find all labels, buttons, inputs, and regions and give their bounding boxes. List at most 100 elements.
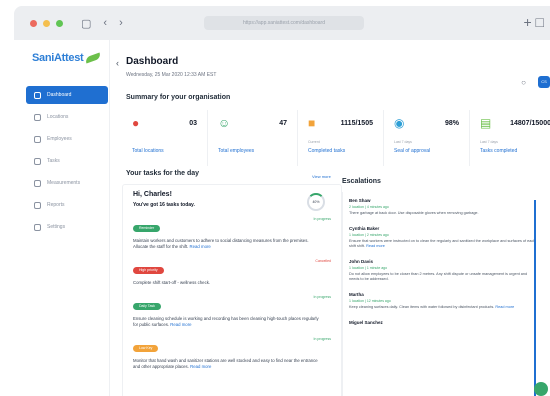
logo: SaniAttest <box>32 52 102 64</box>
task-status: In progress <box>313 337 331 341</box>
page-title: Dashboard <box>126 56 179 67</box>
sidebar-item-locations[interactable]: Locations <box>26 108 108 126</box>
escalations-panel: Ben Shaw 2 location | 4 minutes ago There … <box>342 192 546 396</box>
forward-arrow-icon[interactable]: › <box>119 17 123 29</box>
sidebar: SaniAttest Dashboard Locations Employees Ta… <box>14 40 110 396</box>
leaf-icon <box>84 52 102 64</box>
escalation-meta: 1 location | 1 minute ago <box>349 266 388 270</box>
sidebar-toggle-icon[interactable]: ▢ <box>81 17 91 30</box>
read-more-link[interactable]: Read more <box>170 322 191 327</box>
sidebar-item-settings[interactable]: Settings <box>26 218 108 236</box>
escalation-item[interactable]: Miguel Sanchez <box>349 320 536 325</box>
task-item[interactable]: Reminder In progress Maintain workers and … <box>133 216 331 250</box>
sidebar-item-employees[interactable]: Employees <box>26 130 108 148</box>
escalation-name: Ben Shaw <box>349 198 371 203</box>
card-label[interactable]: Total employees <box>218 148 254 154</box>
greeting: Hi, Charles! <box>133 191 172 198</box>
new-tab-icon[interactable]: + □ <box>523 14 544 30</box>
settings-icon <box>34 223 41 231</box>
sidebar-item-measurements[interactable]: Measurements <box>26 174 108 192</box>
summary-card[interactable]: ◉ 98% Last 7 days Seal of approval <box>384 110 470 166</box>
sidebar-item-tasks[interactable]: Tasks <box>26 152 108 170</box>
card-subtitle: Last 7 days <box>394 140 412 144</box>
task-list: Reminder In progress Maintain workers and … <box>133 216 331 370</box>
task-item[interactable]: Low Key In progress Monitor that hand wash… <box>133 336 331 370</box>
card-value: 1115/1505 <box>340 120 373 127</box>
card-subtitle: Current <box>308 140 320 144</box>
escalation-text: Do not allow employees to be closer than… <box>349 272 528 281</box>
read-more-link[interactable]: Read more <box>366 244 385 248</box>
locations-icon <box>34 113 41 121</box>
sidebar-item-label: Employees <box>47 136 72 142</box>
current-date: Wednesday, 25 Mar 2020 12:33 AM EST <box>126 72 217 78</box>
task-count: You've got 16 tasks today. <box>133 202 195 208</box>
card-label[interactable]: Tasks completed <box>480 148 517 154</box>
sidebar-item-label: Dashboard <box>47 92 72 98</box>
bell-icon[interactable]: ○ <box>521 78 526 87</box>
escalation-name: Martha <box>349 292 364 297</box>
task-text: Ensure cleaning schedule is working and … <box>133 316 319 327</box>
task-item[interactable]: Daily Task In progress Ensure cleaning sch… <box>133 294 331 328</box>
escalation-text: Keep cleaning surfaces daily. Clean item… <box>349 305 515 309</box>
summary-cards: ● 03 Total locations ☺ 47 Total employees ■ 111… <box>122 110 550 166</box>
read-more-link[interactable]: Read more <box>190 244 211 249</box>
task-status: Cancelled <box>315 259 331 263</box>
card-subtitle: Last 7 days <box>480 140 498 144</box>
card-label[interactable]: Total locations <box>132 148 164 154</box>
maximize-window-icon[interactable] <box>56 19 63 27</box>
sidebar-item-label: Locations <box>47 114 69 120</box>
sidebar-item-label: Reports <box>47 202 65 208</box>
card-value: 03 <box>189 120 197 127</box>
summary-card[interactable]: ● 03 Total locations <box>122 110 208 166</box>
escalations-scrollbar[interactable] <box>534 200 536 396</box>
back-chevron-icon[interactable]: ‹ <box>116 58 119 68</box>
summary-card[interactable]: ▤ 14807/15000 Last 7 days Tasks completed <box>470 110 550 166</box>
view-more-link[interactable]: View more <box>312 174 331 179</box>
escalation-item[interactable]: Martha 1 location | 12 minutes ago Keep cl… <box>349 292 536 310</box>
location-pin-icon: ● <box>132 116 140 130</box>
back-arrow-icon[interactable]: ‹ <box>103 17 107 29</box>
sidebar-nav: Dashboard Locations Employees Tasks Measurem… <box>26 86 108 240</box>
sidebar-item-reports[interactable]: Reports <box>26 196 108 214</box>
escalation-meta: 1 location | 12 minutes ago <box>349 299 391 303</box>
escalation-meta: 2 location | 4 minutes ago <box>349 205 389 209</box>
sidebar-item-label: Tasks <box>47 158 60 164</box>
task-tag: High priority <box>133 267 164 274</box>
escalation-name: John Davis <box>349 259 374 264</box>
read-more-link[interactable]: Read more <box>495 305 514 309</box>
task-text: Complete shift start-off - wellness chec… <box>133 280 211 285</box>
card-value: 47 <box>279 120 287 127</box>
task-text: Monitor that hand wash and sanitizer sta… <box>133 358 318 369</box>
employees-icon: ☺ <box>218 116 231 130</box>
summary-card[interactable]: ☺ 47 Total employees <box>208 110 298 166</box>
main-content: ‹ Dashboard Wednesday, 25 Mar 2020 12:33… <box>110 40 550 396</box>
summary-title: Summary for your organisation <box>126 94 231 101</box>
escalation-meta: 1 location | 2 minutes ago <box>349 233 389 237</box>
task-tag: Low Key <box>133 345 159 352</box>
dashboard-icon <box>34 91 41 99</box>
avatar[interactable]: CS <box>538 76 550 88</box>
escalation-item[interactable]: John Davis 1 location | 1 minute ago Do no… <box>349 259 536 282</box>
close-window-icon[interactable] <box>30 19 37 27</box>
read-more-link[interactable]: Read more <box>190 364 211 369</box>
task-status: In progress <box>313 217 331 221</box>
browser-toolbar: ▢ ‹ › https://app.saniattest.com/dashboa… <box>14 6 550 40</box>
card-label[interactable]: Seal of approval <box>394 148 430 154</box>
escalations-title: Escalations <box>342 178 381 185</box>
summary-card[interactable]: ■ 1115/1505 Current Completed tasks <box>298 110 384 166</box>
escalation-name: Cynthia Baker <box>349 226 380 231</box>
measurements-icon <box>34 179 41 187</box>
card-label[interactable]: Completed tasks <box>308 148 345 154</box>
escalation-item[interactable]: Cynthia Baker 1 location | 2 minutes ago E… <box>349 226 536 249</box>
card-value: 98% <box>444 120 459 127</box>
card-value: 14807/15000 <box>510 120 550 127</box>
header-actions: ○ CS <box>521 76 550 88</box>
tasks-title: Your tasks for the day <box>126 170 200 177</box>
minimize-window-icon[interactable] <box>43 19 50 27</box>
escalation-item[interactable]: Ben Shaw 2 location | 4 minutes ago There … <box>349 198 536 216</box>
chat-button[interactable] <box>534 382 548 396</box>
address-bar[interactable]: https://app.saniattest.com/dashboard <box>204 16 364 30</box>
escalation-text: Ensure that workers were instructed on t… <box>349 239 536 248</box>
sidebar-item-dashboard[interactable]: Dashboard <box>26 86 108 104</box>
task-item[interactable]: High priority Cancelled Complete shift sta… <box>133 258 331 286</box>
